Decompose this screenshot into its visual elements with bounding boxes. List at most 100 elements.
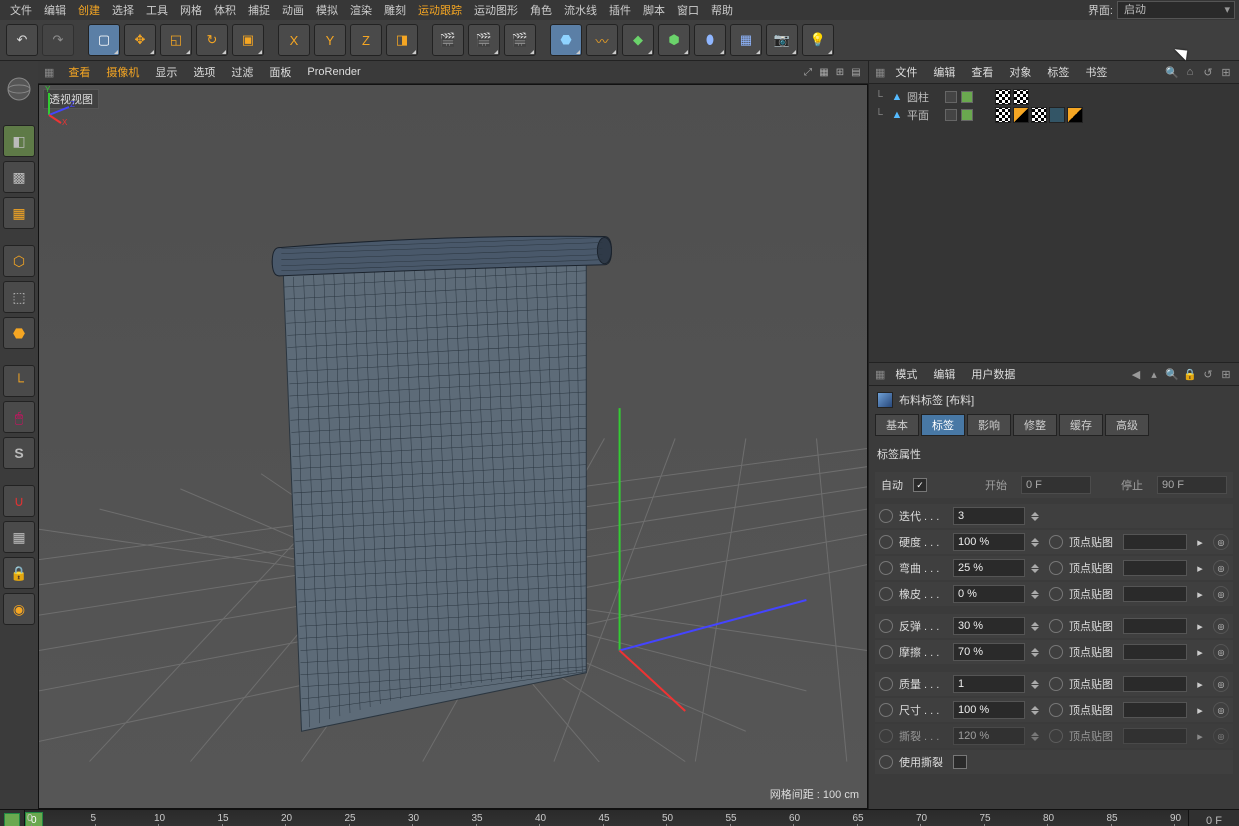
vertex-map-field[interactable] [1123,728,1187,744]
menu-mograph[interactable]: 运动图形 [468,0,524,20]
link-target-icon[interactable]: ◎ [1213,702,1229,718]
vp-nav-icon[interactable]: ⤢ [802,66,814,78]
menu-window[interactable]: 窗口 [671,0,705,20]
model-mode-button[interactable]: ◧ [3,125,35,157]
nav-orbit-icon[interactable] [6,65,32,121]
prop-value-field[interactable]: 30 % [953,617,1025,635]
menu-character[interactable]: 角色 [524,0,558,20]
menu-anim[interactable]: 动画 [276,0,310,20]
prop-value-field[interactable]: 120 % [953,727,1025,745]
prop-value-field[interactable]: 100 % [953,533,1025,551]
spinner-icon[interactable] [1031,618,1041,634]
perspective-viewport[interactable]: 透视视图 [38,84,868,809]
spinner-icon[interactable] [1031,702,1041,718]
start-field[interactable]: 0 F [1021,476,1091,494]
vp-display-menu[interactable]: 显示 [149,62,183,82]
timeline-ruler[interactable]: 0 051015202530354045505560657075808590 0… [0,809,1239,826]
object-row-plane[interactable]: └ ▲ 平面 [869,106,1239,124]
object-name[interactable]: 平面 [907,107,941,123]
menu-mesh[interactable]: 网格 [174,0,208,20]
link-target-icon[interactable]: ◎ [1213,560,1229,576]
link-arrow-icon[interactable]: ▸ [1193,677,1207,691]
vp-filter-menu[interactable]: 过滤 [225,62,259,82]
link-arrow-icon[interactable]: ▸ [1193,703,1207,717]
anim-dot-icon[interactable] [1049,561,1063,575]
cloth-tag-icon[interactable] [1013,107,1029,123]
tab-dresser[interactable]: 修整 [1013,414,1057,436]
lock-x-button[interactable]: X [278,24,310,56]
vp-options-menu[interactable]: 选项 [187,62,221,82]
layout-dropdown[interactable]: 启动 [1117,1,1235,19]
phong-tag-icon[interactable] [995,107,1011,123]
texture-mode-button[interactable]: ▩ [3,161,35,193]
anim-dot-icon[interactable] [879,619,893,633]
lock-button[interactable]: 🔒 [3,557,35,589]
expand-icon[interactable]: ⊞ [1219,367,1233,381]
om-tags-menu[interactable]: 标签 [1041,62,1075,82]
anim-dot-icon[interactable] [879,561,893,575]
vertex-map-field[interactable] [1123,586,1187,602]
link-target-icon[interactable]: ◎ [1213,534,1229,550]
tab-basic[interactable]: 基本 [875,414,919,436]
attr-edit-menu[interactable]: 编辑 [927,364,961,384]
auto-checkbox[interactable] [913,478,927,492]
vp-layout2-icon[interactable]: ⊞ [834,66,846,78]
anim-dot-icon[interactable] [879,703,893,717]
redo-button[interactable]: ↷ [42,24,74,56]
render-region-button[interactable]: 🎬 [468,24,500,56]
stop-field[interactable]: 90 F [1157,476,1227,494]
home-icon[interactable]: ⌂ [1183,65,1197,79]
om-view-menu[interactable]: 查看 [965,62,999,82]
object-row-cylinder[interactable]: └ ▲ 圆柱 [869,88,1239,106]
tab-influence[interactable]: 影响 [967,414,1011,436]
menu-motiontrack[interactable]: 运动跟踪 [412,0,468,20]
vp-layout3-icon[interactable]: ▤ [850,66,862,78]
vp-prorender-menu[interactable]: ProRender [301,64,366,80]
spinner-icon[interactable] [1031,586,1041,602]
anim-dot-icon[interactable] [879,645,893,659]
move-tool[interactable]: ✥ [124,24,156,56]
object-manager[interactable]: └ ▲ 圆柱 └ ▲ 平面 [869,84,1239,363]
link-arrow-icon[interactable]: ▸ [1193,587,1207,601]
menu-tools[interactable]: 工具 [140,0,174,20]
up-icon[interactable]: ▴ [1147,367,1161,381]
spinner-icon[interactable] [1031,728,1041,744]
link-arrow-icon[interactable]: ▸ [1193,729,1207,743]
snap-toggle-button[interactable]: ∪ [3,485,35,517]
link-arrow-icon[interactable]: ▸ [1193,619,1207,633]
om-file-menu[interactable]: 文件 [889,62,923,82]
vp-layout1-icon[interactable]: ▦ [818,66,830,78]
link-arrow-icon[interactable]: ▸ [1193,561,1207,575]
anim-dot-icon[interactable] [1049,677,1063,691]
add-field-button[interactable]: ▦ [730,24,762,56]
add-light-button[interactable]: 💡 [802,24,834,56]
undo-button[interactable]: ↶ [6,24,38,56]
rotate-tool[interactable]: ↻ [196,24,228,56]
tweak-mode-button[interactable]: 🖱 [3,401,35,433]
phong-tag-icon[interactable] [1031,107,1047,123]
om-bookmarks-menu[interactable]: 书签 [1079,62,1113,82]
spinner-icon[interactable] [1031,644,1041,660]
menu-render[interactable]: 渲染 [344,0,378,20]
expand-icon[interactable]: ⊞ [1219,65,1233,79]
vertex-map-field[interactable] [1123,618,1187,634]
lock-icon[interactable]: 🔒 [1183,367,1197,381]
scale-tool[interactable]: ◱ [160,24,192,56]
vertex-map-field[interactable] [1123,560,1187,576]
render-settings-button[interactable]: 🎬 [504,24,536,56]
attr-mode-menu[interactable]: 模式 [889,364,923,384]
timeline-start-marker[interactable] [4,813,20,826]
anim-dot-icon[interactable] [879,535,893,549]
anim-dot-icon[interactable] [1049,619,1063,633]
menu-sim[interactable]: 模拟 [310,0,344,20]
workplane-mode-button[interactable]: ▦ [3,197,35,229]
last-tool[interactable]: ▣ [232,24,264,56]
menu-pipeline[interactable]: 流水线 [558,0,603,20]
workplane-button[interactable]: ▦ [3,521,35,553]
coord-system-button[interactable]: ◨ [386,24,418,56]
menu-file[interactable]: 文件 [4,0,38,20]
point-mode-button[interactable]: ⬡ [3,245,35,277]
edge-mode-button[interactable]: ⬚ [3,281,35,313]
prop-value-field[interactable]: 0 % [953,585,1025,603]
spinner-icon[interactable] [1031,676,1041,692]
